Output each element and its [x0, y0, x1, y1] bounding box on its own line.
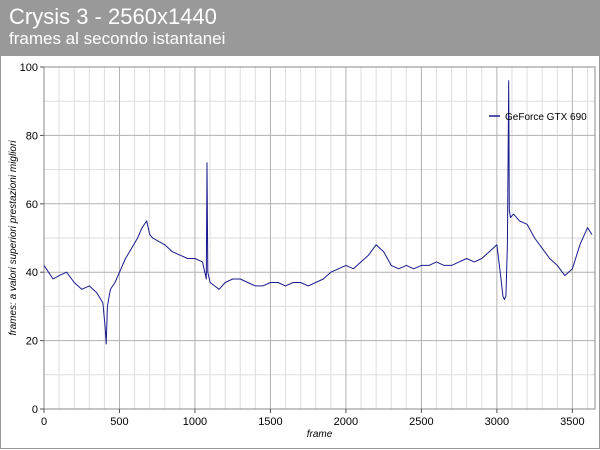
x-tick-label: 500 [110, 416, 128, 428]
y-tick-label: 80 [26, 130, 38, 142]
y-tick-label: 0 [32, 404, 38, 416]
line-chart: 0 500 1000 1500 2000 2500 3000 3500 0 20 40 60 80 10… [8, 62, 596, 440]
x-tick-label: 1000 [183, 416, 207, 428]
x-tick-label: 2000 [334, 416, 358, 428]
x-tick-label: 1500 [258, 416, 282, 428]
y-tick-label: 20 [26, 336, 38, 348]
y-axis-ticks: 0 20 40 60 80 100 [20, 62, 44, 416]
x-axis-ticks: 0 500 1000 1500 2000 2500 3000 3500 [41, 409, 585, 428]
y-tick-label: 40 [26, 267, 38, 279]
x-tick-label: 3500 [560, 416, 584, 428]
legend-label-geforce-gtx-690: GeForce GTX 690 [505, 112, 587, 123]
x-tick-label: 3000 [485, 416, 509, 428]
x-tick-label: 0 [41, 416, 47, 428]
y-axis-label: frames: a valori superiori prestazioni m… [8, 140, 19, 336]
y-tick-label: 100 [20, 62, 38, 74]
x-axis-label: frame [307, 429, 333, 440]
y-tick-label: 60 [26, 199, 38, 211]
legend: GeForce GTX 690 [489, 112, 587, 123]
x-tick-label: 2500 [409, 416, 433, 428]
